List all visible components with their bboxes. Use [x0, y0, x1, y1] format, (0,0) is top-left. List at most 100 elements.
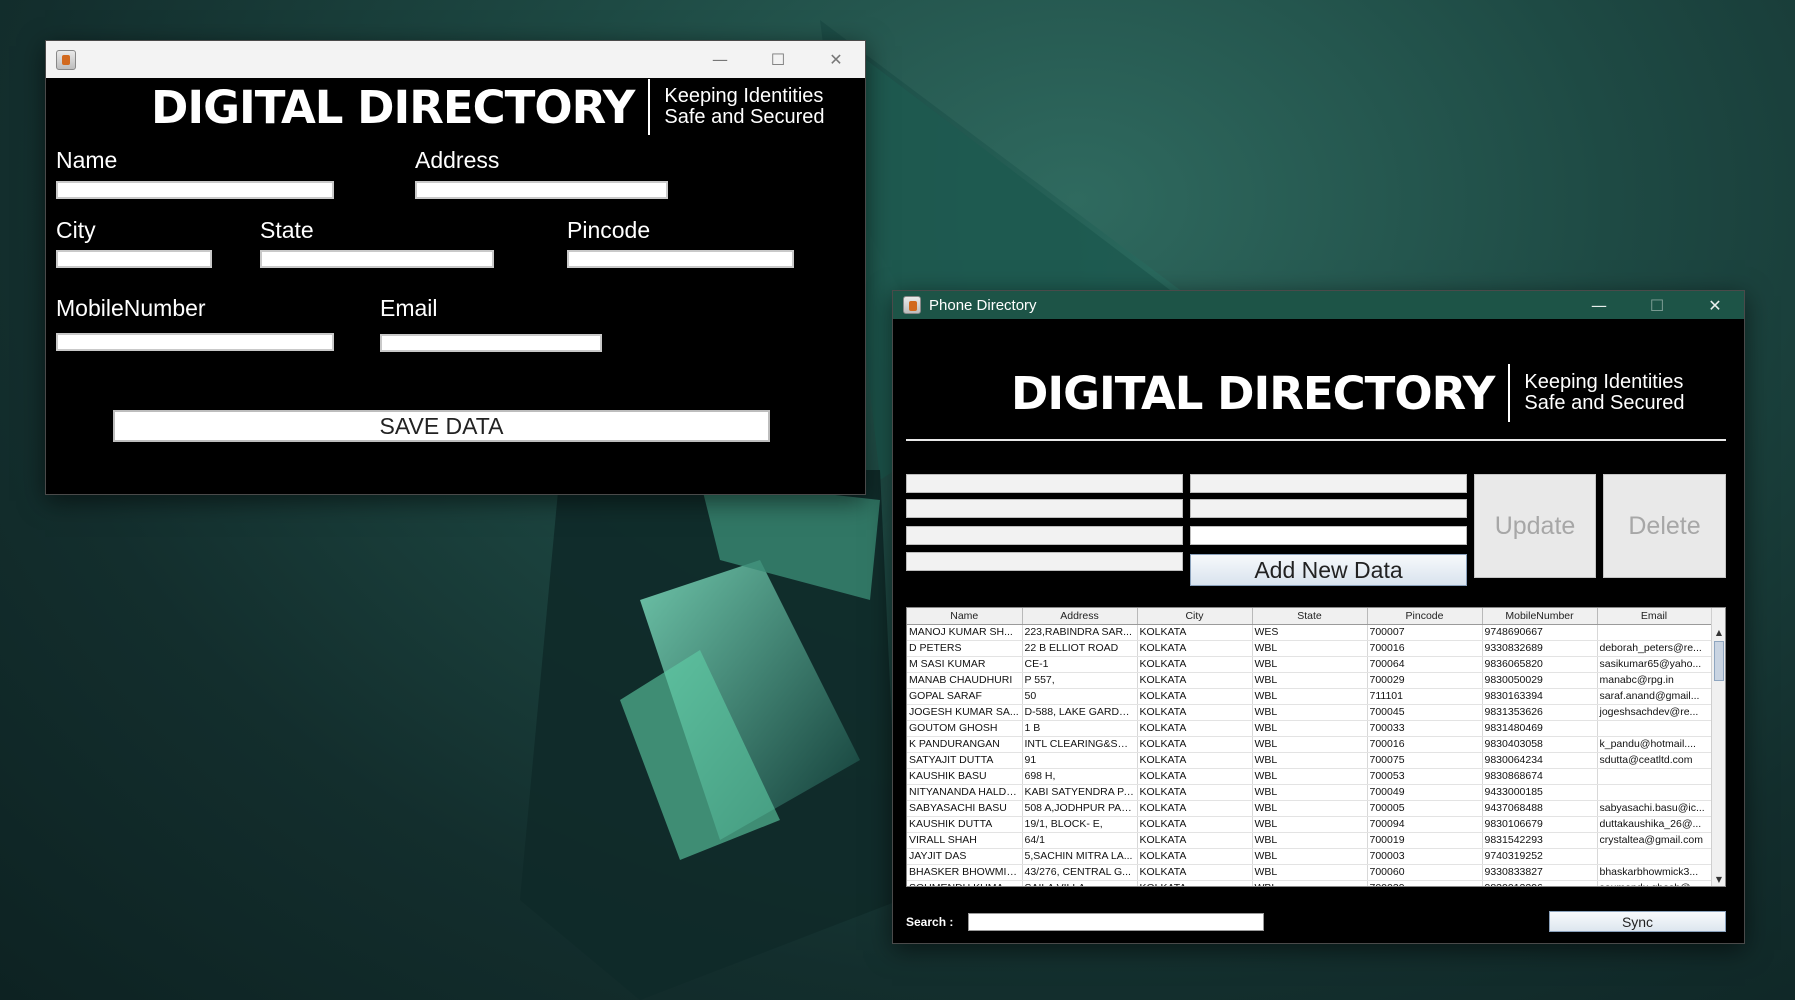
table-cell-pincode: 700053 — [1367, 768, 1483, 785]
table-row[interactable]: VIRALL SHAH 64/1 KOLKATA WBL 700019 983154229… — [907, 832, 1712, 849]
table-cell-mobilenumber: 9830012296 — [1482, 880, 1598, 886]
table-row[interactable]: MANAB CHAUDHURI P 557, KOLKATA WBL 700029 983… — [907, 672, 1712, 689]
table-cell-email: saraf.anand@gmail... — [1597, 688, 1712, 705]
table-cell-name: KAUSHIK DUTTA — [907, 816, 1023, 833]
mobile-field[interactable] — [1190, 526, 1467, 545]
maximize-button[interactable]: ☐ — [1628, 291, 1686, 319]
table-cell-pincode: 700029 — [1367, 672, 1483, 689]
table-cell-city: KOLKATA — [1137, 768, 1253, 785]
minimize-button[interactable]: — — [691, 41, 749, 78]
address-field[interactable] — [415, 181, 668, 199]
table-cell-city: KOLKATA — [1137, 720, 1253, 737]
table-row[interactable]: SOUMENDU KUMA...SAILA VILLAKOLKATAWBL700… — [907, 880, 1712, 886]
table-row[interactable]: MANOJ KUMAR SH... 223,RABINDRA SAR... KOLK… — [907, 624, 1712, 641]
header-divider — [906, 439, 1726, 441]
table-cell-state: WBL — [1252, 752, 1368, 769]
records-table[interactable]: Name Address City State Pincode MobileNumber E… — [906, 607, 1726, 887]
table-row[interactable]: JOGESH KUMAR SA... D-588, LAKE GARDEN. KOL… — [907, 704, 1712, 721]
maximize-button[interactable]: ☐ — [749, 41, 807, 78]
email-field[interactable] — [380, 334, 602, 352]
table-row[interactable]: JAYJIT DAS 5,SACHIN MITRA LA... KOLKATA WBL… — [907, 848, 1712, 865]
table-cell-mobilenumber: 9831353626 — [1482, 704, 1598, 721]
search-input[interactable] — [968, 913, 1264, 931]
table-cell-city: KOLKATA — [1137, 848, 1253, 865]
sync-button[interactable]: Sync — [1549, 911, 1726, 932]
scroll-up-arrow-icon[interactable]: ▲ — [1712, 625, 1725, 639]
column-header-pincode[interactable]: Pincode — [1367, 608, 1483, 625]
brand-tagline-line1: Keeping Identities — [664, 85, 824, 107]
java-app-icon — [903, 296, 921, 314]
table-cell-city: KOLKATA — [1137, 832, 1253, 849]
table-row[interactable]: M SASI KUMAR CE-1 KOLKATA WBL 700064 98360658… — [907, 656, 1712, 673]
table-row[interactable]: D PETERS 22 B ELLIOT ROAD KOLKATA WBL 700016… — [907, 640, 1712, 657]
table-cell-name: D PETERS — [907, 640, 1023, 657]
table-cell-mobilenumber: 9830868674 — [1482, 768, 1598, 785]
table-row[interactable]: KAUSHIK BASU 698 H, KOLKATA WBL 700053 983086… — [907, 768, 1712, 785]
table-cell-state: WBL — [1252, 640, 1368, 657]
table-cell-address: 1 B — [1022, 720, 1138, 737]
name-label: Name — [56, 147, 118, 173]
table-row[interactable]: K PANDURANGAN INTL CLEARING&SHI... KOLKATA… — [907, 736, 1712, 753]
column-header-state[interactable]: State — [1252, 608, 1368, 625]
address-label: Address — [415, 147, 500, 173]
minimize-button[interactable]: — — [1570, 291, 1628, 319]
table-row[interactable]: SABYASACHI BASU 508 A,JODHPUR PARK KOLKATA… — [907, 800, 1712, 817]
column-header-email[interactable]: Email — [1597, 608, 1712, 625]
table-row[interactable]: SATYAJIT DUTTA 91 KOLKATA WBL 700075 98300642… — [907, 752, 1712, 769]
state-field[interactable] — [1190, 499, 1467, 518]
table-cell-state: WBL — [1252, 672, 1368, 689]
table-row[interactable]: KAUSHIK DUTTA 19/1, BLOCK- E, KOLKATA WBL 70… — [907, 816, 1712, 833]
table-cell-city: KOLKATA — [1137, 640, 1253, 657]
table-cell-state: WBL — [1252, 816, 1368, 833]
email-field[interactable] — [906, 552, 1183, 571]
column-header-mobilenumber[interactable]: MobileNumber — [1482, 608, 1598, 625]
table-cell-state: WBL — [1252, 704, 1368, 721]
table-row[interactable]: BHASKER BHOWMICK 43/276, CENTRAL G... KOLK… — [907, 864, 1712, 881]
close-button[interactable]: ✕ — [807, 41, 865, 78]
name-field[interactable] — [56, 181, 334, 199]
table-cell-email: sasikumar65@yaho... — [1597, 656, 1712, 673]
name-field[interactable] — [906, 474, 1183, 493]
table-cell-name: NITYANANDA HALDER — [907, 784, 1023, 801]
column-header-city[interactable]: City — [1137, 608, 1253, 625]
table-row[interactable]: GOUTOM GHOSH 1 B KOLKATA WBL 700033 983148046… — [907, 720, 1712, 737]
scroll-down-arrow-icon[interactable]: ▼ — [1712, 872, 1725, 886]
table-cell-pincode: 700019 — [1367, 832, 1483, 849]
table-cell-state: WBL — [1252, 656, 1368, 673]
table-row[interactable]: NITYANANDA HALDER KABI SATYENDRA PA... KOL… — [907, 784, 1712, 801]
scroll-thumb[interactable] — [1714, 641, 1724, 681]
table-cell-state: WBL — [1252, 864, 1368, 881]
directory-window-titlebar[interactable]: Phone Directory — ☐ ✕ — [893, 291, 1744, 319]
state-field[interactable] — [260, 250, 494, 268]
city-field[interactable] — [906, 499, 1183, 518]
delete-button[interactable]: Delete — [1603, 474, 1726, 578]
table-cell-mobilenumber: 9330833827 — [1482, 864, 1598, 881]
pincode-field[interactable] — [906, 526, 1183, 545]
brand-tagline-line2: Safe and Secured — [1524, 392, 1685, 414]
table-cell-address: 91 — [1022, 752, 1138, 769]
address-field[interactable] — [1190, 474, 1467, 493]
pincode-field[interactable] — [567, 250, 794, 268]
table-cell-email: jogeshsachdev@re... — [1597, 704, 1712, 721]
table-cell-name: JOGESH KUMAR SA... — [907, 704, 1023, 721]
table-cell-address: 508 A,JODHPUR PARK — [1022, 800, 1138, 817]
column-header-name[interactable]: Name — [907, 608, 1023, 625]
entry-window-titlebar[interactable]: — ☐ ✕ — [46, 41, 865, 78]
column-header-address[interactable]: Address — [1022, 608, 1138, 625]
table-cell-email: bhaskarbhowmick3... — [1597, 864, 1712, 881]
table-scrollbar[interactable]: ▲ ▼ — [1711, 608, 1725, 886]
update-button[interactable]: Update — [1474, 474, 1596, 578]
table-cell-email — [1597, 624, 1712, 641]
table-cell-city: KOLKATA — [1137, 672, 1253, 689]
table-row[interactable]: GOPAL SARAF 50 KOLKATA WBL 711101 9830163394 s… — [907, 688, 1712, 705]
directory-window: Phone Directory — ☐ ✕ DIGITAL DIRECTORY … — [892, 290, 1745, 944]
mobile-field[interactable] — [56, 333, 334, 351]
city-field[interactable] — [56, 250, 212, 268]
table-cell-name: JAYJIT DAS — [907, 848, 1023, 865]
table-cell-name: GOUTOM GHOSH — [907, 720, 1023, 737]
add-new-data-button[interactable]: Add New Data — [1190, 554, 1467, 586]
save-data-button[interactable]: SAVE DATA — [113, 410, 770, 442]
close-button[interactable]: ✕ — [1686, 291, 1744, 319]
table-cell-city: KOLKATA — [1137, 864, 1253, 881]
table-cell-pincode: 700016 — [1367, 640, 1483, 657]
